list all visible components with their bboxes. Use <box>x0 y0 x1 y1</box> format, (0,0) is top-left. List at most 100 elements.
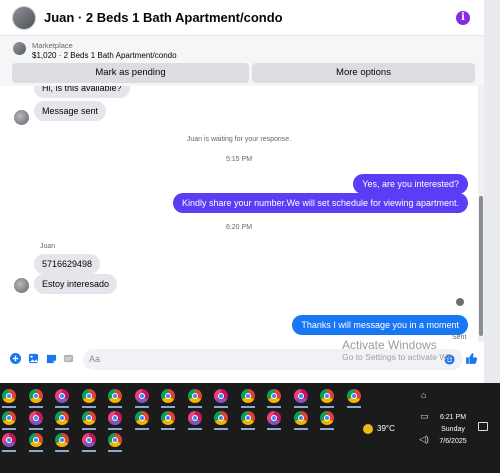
taskbar-running-indicator <box>267 428 281 430</box>
browser-taskbar-icon[interactable] <box>108 411 122 425</box>
browser-taskbar-icon[interactable] <box>2 389 16 403</box>
browser-icon-center <box>138 415 145 421</box>
browser-taskbar-icon[interactable] <box>187 389 202 403</box>
sender-name: Juan <box>40 243 56 250</box>
taskbar-running-indicator <box>214 428 228 430</box>
browser-icon-center <box>324 393 330 399</box>
taskbar-running-indicator <box>2 450 16 452</box>
timestamp: 6:20 PM <box>225 224 253 231</box>
browser-taskbar-icon[interactable] <box>267 411 281 425</box>
browser-taskbar-icon[interactable] <box>267 389 281 403</box>
browser-taskbar-icon[interactable] <box>2 433 16 447</box>
taskbar-running-indicator <box>187 406 202 408</box>
taskbar-running-indicator <box>81 428 96 430</box>
browser-taskbar-icon[interactable] <box>55 411 69 425</box>
browser-taskbar-icon[interactable] <box>28 433 43 447</box>
browser-taskbar-icon[interactable] <box>320 411 334 425</box>
outgoing-message[interactable]: Yes, are you interested? <box>353 174 468 194</box>
message-scrollbar[interactable] <box>478 86 484 342</box>
weather-icon[interactable] <box>363 424 373 434</box>
browser-icon-center <box>165 393 171 399</box>
sender-avatar <box>14 110 29 125</box>
taskbar-running-indicator <box>55 428 69 430</box>
notification-icon[interactable] <box>478 422 488 431</box>
clock-time: 6:21 PM <box>439 414 467 421</box>
svg-text:GIF: GIF <box>65 356 72 361</box>
browser-icon-center <box>244 393 251 399</box>
clock-day: Sunday <box>441 426 465 433</box>
browser-taskbar-icon[interactable] <box>293 411 308 425</box>
browser-taskbar-icon[interactable] <box>240 389 255 403</box>
browser-taskbar-icon[interactable] <box>81 433 96 447</box>
incoming-message[interactable]: Hi, is this available? <box>34 86 130 98</box>
taskbar-running-indicator <box>267 406 281 408</box>
browser-taskbar-icon[interactable] <box>134 389 149 403</box>
browser-taskbar-icon[interactable] <box>108 433 122 447</box>
contact-avatar[interactable] <box>12 5 36 30</box>
taskbar-running-indicator <box>55 406 69 408</box>
browser-taskbar-icon[interactable] <box>214 389 228 403</box>
plus-icon[interactable] <box>10 353 21 364</box>
browser-taskbar-icon[interactable] <box>161 411 175 425</box>
browser-taskbar-icon[interactable] <box>108 389 122 403</box>
delivery-status: Sent <box>452 334 467 341</box>
browser-icon-center <box>85 415 92 421</box>
browser-taskbar-icon[interactable] <box>134 411 149 425</box>
listing-summary[interactable]: $1,020 · 2 Beds 1 Bath Apartment/condo <box>32 51 177 60</box>
browser-taskbar-icon[interactable] <box>240 411 255 425</box>
listing-thumbnail[interactable] <box>13 42 26 55</box>
browser-taskbar-icon[interactable] <box>187 411 202 425</box>
taskbar-running-indicator <box>134 406 149 408</box>
browser-icon-center <box>32 393 39 399</box>
outgoing-message[interactable]: Kindly share your number.We will set sch… <box>173 193 468 213</box>
scrollbar-thumb[interactable] <box>479 196 483 336</box>
waiting-notice: Juan is waiting for your response. <box>186 136 292 143</box>
timestamp: 5:15 PM <box>225 156 253 163</box>
taskbar-running-indicator <box>240 406 255 408</box>
incoming-message[interactable]: 5716629498 <box>34 254 101 274</box>
gif-icon[interactable]: GIF <box>63 353 74 364</box>
usb-icon[interactable]: ⌂ <box>421 390 426 400</box>
browser-taskbar-icon[interactable] <box>81 411 96 425</box>
info-icon[interactable]: i <box>456 11 470 25</box>
sticker-icon[interactable] <box>46 353 57 364</box>
taskbar-running-indicator <box>108 450 122 452</box>
taskbar-running-indicator <box>293 406 308 408</box>
browser-taskbar-icon[interactable] <box>320 389 334 403</box>
network-icon[interactable]: ▭ <box>420 411 429 422</box>
browser-icon-center <box>59 437 65 443</box>
outgoing-message[interactable]: Thanks I will message you in a moment <box>292 315 468 335</box>
mark-as-pending-button[interactable]: Mark as pending <box>12 63 249 83</box>
more-options-button[interactable]: More options <box>252 63 475 83</box>
photo-icon[interactable] <box>28 353 39 364</box>
chat-window: Juan · 2 Beds 1 Bath Apartment/condo i M… <box>0 0 484 383</box>
taskbar-running-indicator <box>2 428 16 430</box>
taskbar-running-indicator <box>161 406 175 408</box>
browser-taskbar-icon[interactable] <box>293 389 308 403</box>
browser-taskbar-icon[interactable] <box>28 411 43 425</box>
browser-icon-center <box>112 437 118 443</box>
browser-taskbar-icon[interactable] <box>81 389 96 403</box>
weather-temperature[interactable]: 39°C <box>377 424 395 433</box>
browser-taskbar-icon[interactable] <box>161 389 175 403</box>
browser-taskbar-icon[interactable] <box>55 389 69 403</box>
browser-icon-center <box>350 393 357 399</box>
chat-title[interactable]: Juan · 2 Beds 1 Bath Apartment/condo <box>44 10 283 25</box>
browser-icon-center <box>244 415 251 421</box>
taskbar-running-indicator <box>293 428 308 430</box>
thumbs-up-icon[interactable] <box>465 352 478 365</box>
browser-taskbar-icon[interactable] <box>214 411 228 425</box>
volume-icon[interactable]: ◁) <box>419 434 429 445</box>
taskbar-running-indicator <box>346 406 361 408</box>
taskbar-running-indicator <box>81 450 96 452</box>
browser-taskbar-icon[interactable] <box>2 411 16 425</box>
seen-avatar <box>456 298 464 306</box>
browser-taskbar-icon[interactable] <box>346 389 361 403</box>
browser-taskbar-icon[interactable] <box>55 433 69 447</box>
incoming-message[interactable]: Message sent <box>34 101 107 121</box>
clock[interactable]: 6:21 PM Sunday 7/6/2025 <box>438 412 468 448</box>
incoming-message[interactable]: Estoy interesado <box>34 274 118 294</box>
browser-taskbar-icon[interactable] <box>28 389 43 403</box>
browser-icon-center <box>271 415 277 421</box>
browser-icon-center <box>191 415 198 421</box>
